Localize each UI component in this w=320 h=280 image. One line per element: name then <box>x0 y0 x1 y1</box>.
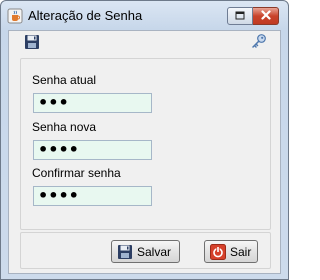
save-button-label: Salvar <box>137 244 172 259</box>
floppy-disk-icon <box>117 244 133 260</box>
button-bar: Salvar Sair <box>20 232 271 269</box>
current-password-label: Senha atual <box>32 73 97 87</box>
password-form: Senha atual ••• Senha nova •••• Confirma… <box>20 58 271 230</box>
new-password-label: Senha nova <box>32 120 97 134</box>
window-content: Senha atual ••• Senha nova •••• Confirma… <box>8 30 281 274</box>
close-button[interactable] <box>253 7 279 25</box>
power-icon <box>210 243 226 260</box>
confirm-password-field[interactable]: •••• <box>33 186 152 206</box>
password-change-window: Alteração de Senha Senha atual ••• Senha… <box>0 0 289 280</box>
new-password-field[interactable]: •••• <box>33 140 152 160</box>
confirm-password-label: Confirmar senha <box>32 166 121 180</box>
window-title: Alteração de Senha <box>28 8 143 23</box>
java-cup-icon <box>7 8 23 24</box>
floppy-disk-icon[interactable] <box>24 34 40 50</box>
save-button[interactable]: Salvar <box>111 240 180 263</box>
restore-button[interactable] <box>227 7 253 25</box>
current-password-field[interactable]: ••• <box>33 93 152 113</box>
exit-button-label: Sair <box>230 244 252 259</box>
close-icon <box>260 9 271 23</box>
restore-icon <box>235 9 245 23</box>
key-icon[interactable] <box>251 33 267 49</box>
exit-button[interactable]: Sair <box>204 240 258 263</box>
title-bar[interactable]: Alteração de Senha <box>1 1 288 29</box>
